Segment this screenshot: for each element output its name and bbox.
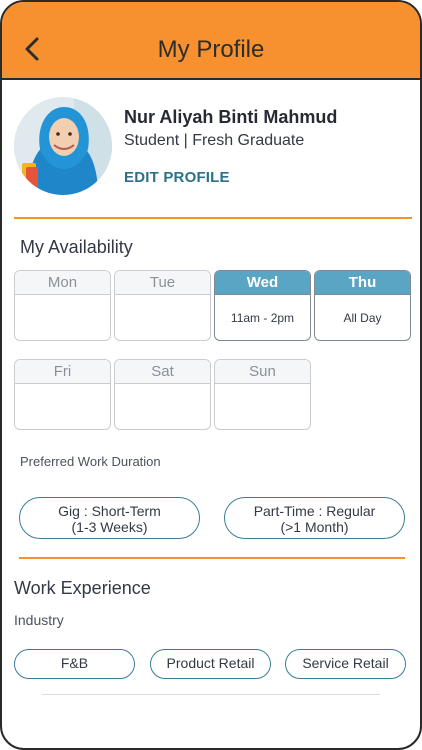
profile-role: Student | Fresh Graduate — [124, 132, 305, 149]
avatar — [14, 97, 112, 195]
day-card-wed[interactable]: Wed 11am - 2pm — [214, 270, 311, 341]
duration-option-part-time[interactable]: Part-Time : Regular (>1 Month) — [224, 497, 405, 539]
day-name: Sun — [215, 360, 310, 384]
day-name: Mon — [15, 271, 110, 295]
day-card-mon[interactable]: Mon — [14, 270, 111, 341]
duration-label: Preferred Work Duration — [20, 454, 161, 469]
section-divider — [19, 557, 405, 559]
duration-line2: (1-3 Weeks) — [71, 519, 148, 535]
day-name: Fri — [15, 360, 110, 384]
day-card-tue[interactable]: Tue — [114, 270, 211, 341]
day-time — [15, 295, 110, 311]
day-time — [15, 384, 110, 400]
phone-frame: My Profile Nur Aliyah Binti Mahmud Stude… — [0, 0, 422, 750]
bottom-divider — [42, 694, 380, 695]
industry-label: Industry — [14, 612, 64, 628]
header-bar: My Profile — [2, 2, 420, 80]
profile-name: Nur Aliyah Binti Mahmud — [124, 107, 338, 127]
day-name: Wed — [215, 271, 310, 295]
day-card-sat[interactable]: Sat — [114, 359, 211, 430]
industry-chip-fnb[interactable]: F&B — [14, 649, 135, 679]
industry-chip-product-retail[interactable]: Product Retail — [150, 649, 271, 679]
day-time — [215, 384, 310, 400]
duration-line2: (>1 Month) — [280, 519, 349, 535]
day-time — [115, 384, 210, 400]
edit-profile-link[interactable]: EDIT PROFILE — [124, 169, 230, 186]
day-name: Thu — [315, 271, 410, 295]
availability-title: My Availability — [20, 237, 133, 257]
day-time — [115, 295, 210, 311]
day-card-sun[interactable]: Sun — [214, 359, 311, 430]
duration-option-gig[interactable]: Gig : Short-Term (1-3 Weeks) — [19, 497, 200, 539]
duration-line1: Gig : Short-Term — [58, 503, 161, 519]
day-card-thu[interactable]: Thu All Day — [314, 270, 411, 341]
day-time: 11am - 2pm — [230, 311, 295, 325]
day-time: All Day — [343, 311, 382, 325]
page-title: My Profile — [157, 36, 265, 63]
day-card-fri[interactable]: Fri — [14, 359, 111, 430]
day-name: Tue — [115, 271, 210, 295]
day-name: Sat — [115, 360, 210, 384]
experience-title: Work Experience — [14, 578, 151, 598]
section-divider — [14, 217, 412, 219]
industry-chip-service-retail[interactable]: Service Retail — [285, 649, 406, 679]
duration-line1: Part-Time : Regular — [253, 503, 376, 519]
